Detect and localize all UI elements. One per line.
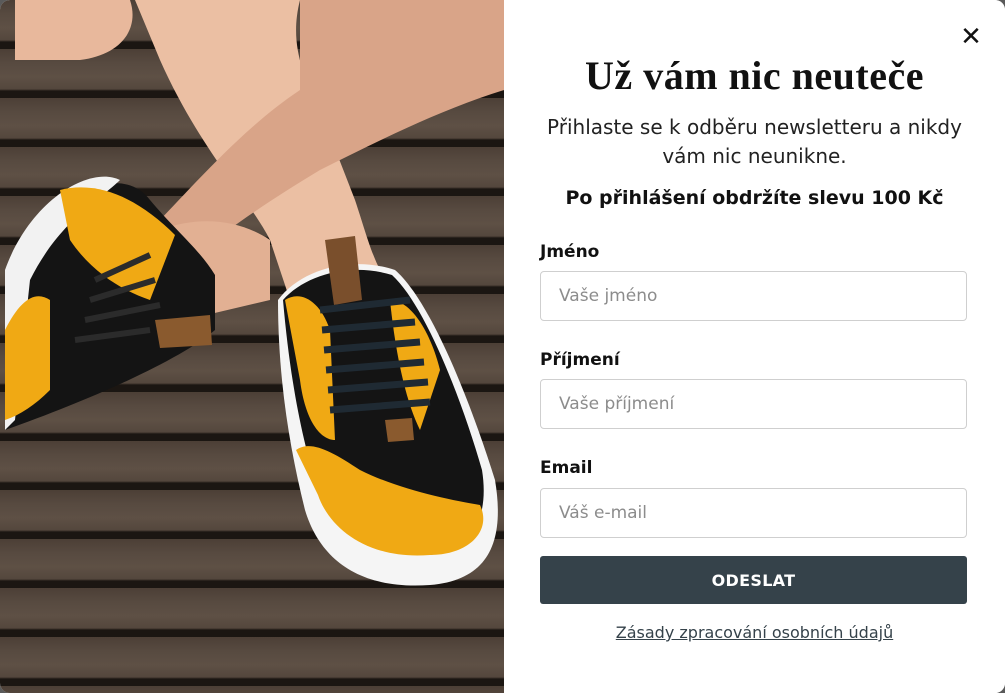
newsletter-popup: ✕ Už vám nic neuteče Přihlaste se k odbě… [0,0,1005,693]
privacy-policy-link[interactable]: Zásady zpracování osobních údajů [504,623,1005,642]
popup-title: Už vám nic neuteče [585,53,924,98]
last-name-input[interactable] [540,379,967,429]
popup-subtitle: Přihlaste se k odběru newsletteru a nikd… [547,115,962,168]
sneakers-illustration [5,0,504,586]
first-name-input[interactable] [540,271,967,321]
first-name-label: Jméno [540,242,600,262]
thigh-shape [15,0,133,60]
discount-text: Po přihlášení obdržíte slevu 100 Kč [565,187,944,209]
right-shoe [278,236,498,586]
submit-button[interactable]: ODESLAT [540,556,967,604]
last-name-label: Příjmení [540,350,620,370]
email-label: Email [540,458,593,478]
signup-form-panel: ✕ Už vám nic neuteče Přihlaste se k odbě… [504,0,1005,693]
sneakers-photo [0,0,504,693]
close-icon[interactable]: ✕ [956,22,986,52]
email-input[interactable] [540,488,967,538]
